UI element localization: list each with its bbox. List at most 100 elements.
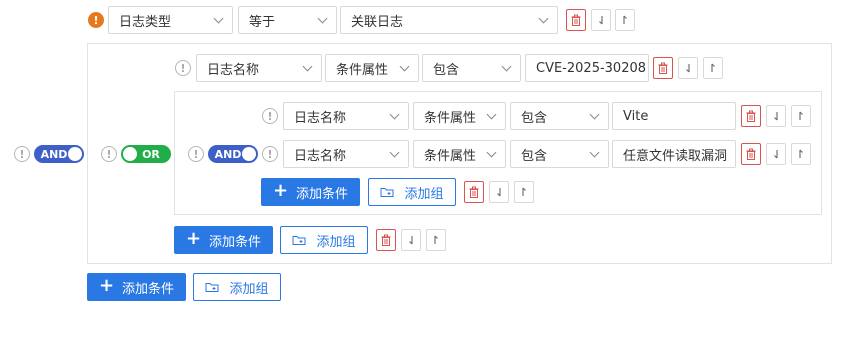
- condition-info-icon: !: [262, 108, 278, 124]
- add-condition-button[interactable]: + 添加条件: [261, 178, 360, 206]
- attribute-select-value: 条件属性: [336, 62, 389, 78]
- field-select-value: 日志类型: [119, 14, 172, 30]
- move-group-up-button[interactable]: [514, 181, 534, 203]
- move-group-up-button[interactable]: [426, 229, 446, 251]
- warning-icon: !: [88, 12, 104, 28]
- condition-info-icon: !: [175, 60, 191, 76]
- operator-select-value: 包含: [521, 148, 548, 164]
- chevron-down-icon: [589, 109, 600, 119]
- nested-and-toggle[interactable]: AND: [208, 145, 258, 163]
- arrow-up-icon: [619, 14, 631, 26]
- root-add-condition-button[interactable]: + 添加条件: [87, 273, 186, 301]
- plus-icon: +: [185, 228, 202, 249]
- arrow-up-icon: [430, 234, 442, 246]
- nested-group-info-icon: !: [188, 146, 204, 162]
- folder-add-icon: [292, 234, 306, 246]
- delete-button[interactable]: [566, 9, 586, 31]
- root-and-toggle[interactable]: AND: [34, 145, 84, 163]
- add-condition-label: 添加条件: [209, 234, 262, 250]
- add-group-button[interactable]: 添加组: [368, 178, 456, 206]
- move-group-down-button[interactable]: [489, 181, 509, 203]
- add-group-label: 添加组: [316, 234, 356, 250]
- arrow-down-icon: [595, 14, 607, 26]
- operator-select[interactable]: 等于: [238, 6, 337, 34]
- add-condition-label: 添加条件: [122, 281, 175, 297]
- chevron-down-icon: [589, 147, 600, 157]
- field-select[interactable]: 日志名称: [196, 54, 322, 82]
- folder-add-icon: [380, 186, 394, 198]
- chevron-down-icon: [389, 109, 400, 119]
- or-toggle[interactable]: OR: [121, 145, 171, 163]
- operator-select-value: 包含: [521, 110, 548, 126]
- toggle-knob: [242, 147, 256, 161]
- attribute-select[interactable]: 条件属性: [413, 140, 506, 168]
- toggle-label: OR: [142, 147, 160, 161]
- arrow-up-icon: [707, 62, 719, 74]
- trash-icon: [380, 234, 392, 246]
- delete-group-button[interactable]: [464, 181, 484, 203]
- field-select-value: 日志名称: [294, 110, 347, 126]
- move-group-down-button[interactable]: [401, 229, 421, 251]
- field-select[interactable]: 日志名称: [283, 140, 409, 168]
- chevron-down-icon: [501, 61, 512, 71]
- operator-select[interactable]: 包含: [422, 54, 521, 82]
- attribute-select[interactable]: 条件属性: [325, 54, 419, 82]
- move-up-button[interactable]: [791, 105, 811, 127]
- chevron-down-icon: [486, 109, 497, 119]
- arrow-down-icon: [405, 234, 417, 246]
- toggle-knob: [123, 147, 137, 161]
- toggle-label: AND: [40, 147, 68, 161]
- plus-icon: +: [98, 275, 115, 296]
- folder-add-icon: [205, 281, 219, 293]
- arrow-up-icon: [518, 186, 530, 198]
- delete-button[interactable]: [653, 57, 673, 79]
- arrow-up-icon: [795, 148, 807, 160]
- value-input[interactable]: Vite: [612, 102, 736, 130]
- chevron-down-icon: [538, 13, 549, 23]
- attribute-select-value: 条件属性: [424, 110, 477, 126]
- chevron-down-icon: [399, 61, 410, 71]
- arrow-down-icon: [682, 62, 694, 74]
- trash-icon: [468, 186, 480, 198]
- field-select-value: 日志名称: [207, 62, 260, 78]
- arrow-down-icon: [770, 110, 782, 122]
- chevron-down-icon: [486, 147, 497, 157]
- field-select[interactable]: 日志类型: [108, 6, 233, 34]
- value-input[interactable]: CVE-2025-30208: [525, 54, 649, 82]
- value-input[interactable]: 任意文件读取漏洞: [612, 140, 736, 168]
- trash-icon: [745, 110, 757, 122]
- value-select-value: 关联日志: [351, 14, 404, 30]
- operator-select[interactable]: 包含: [510, 140, 609, 168]
- chevron-down-icon: [302, 61, 313, 71]
- trash-icon: [657, 62, 669, 74]
- delete-button[interactable]: [741, 105, 761, 127]
- root-info-icon: !: [14, 146, 30, 162]
- plus-icon: +: [272, 180, 289, 201]
- operator-select[interactable]: 包含: [510, 102, 609, 130]
- condition-info-icon: !: [262, 146, 278, 162]
- toggle-label: AND: [214, 147, 242, 161]
- chevron-down-icon: [389, 147, 400, 157]
- root-add-group-button[interactable]: 添加组: [193, 273, 281, 301]
- move-up-button[interactable]: [615, 9, 635, 31]
- group-info-icon: !: [101, 146, 117, 162]
- add-condition-label: 添加条件: [296, 186, 349, 202]
- add-group-label: 添加组: [404, 186, 444, 202]
- add-condition-button[interactable]: + 添加条件: [174, 226, 273, 254]
- delete-button[interactable]: [741, 143, 761, 165]
- add-group-button[interactable]: 添加组: [280, 226, 368, 254]
- move-up-button[interactable]: [791, 143, 811, 165]
- field-select[interactable]: 日志名称: [283, 102, 409, 130]
- move-up-button[interactable]: [703, 57, 723, 79]
- move-down-button[interactable]: [591, 9, 611, 31]
- delete-group-button[interactable]: [376, 229, 396, 251]
- arrow-down-icon: [493, 186, 505, 198]
- value-select[interactable]: 关联日志: [340, 6, 558, 34]
- field-select-value: 日志名称: [294, 148, 347, 164]
- add-group-label: 添加组: [229, 281, 269, 297]
- attribute-select[interactable]: 条件属性: [413, 102, 506, 130]
- move-down-button[interactable]: [766, 105, 786, 127]
- move-down-button[interactable]: [678, 57, 698, 79]
- move-down-button[interactable]: [766, 143, 786, 165]
- trash-icon: [570, 14, 582, 26]
